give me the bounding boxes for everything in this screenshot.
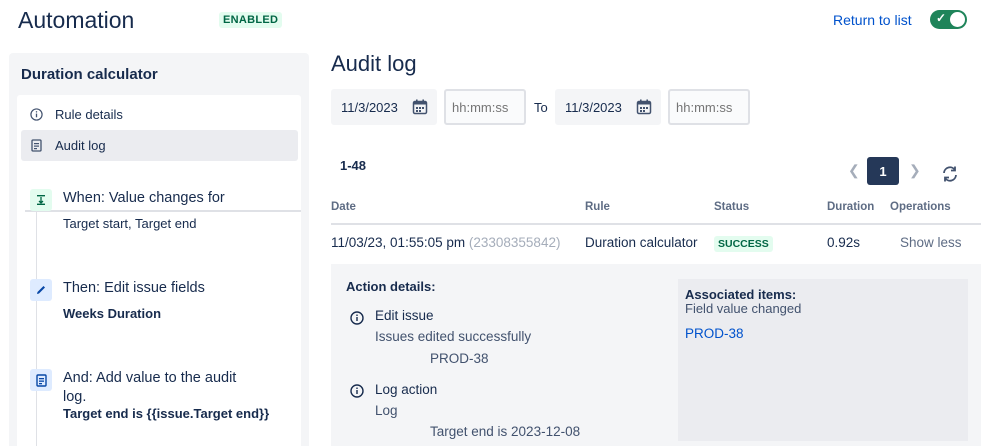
return-to-list-link[interactable]: Return to list bbox=[833, 12, 912, 28]
toggle-knob bbox=[950, 12, 965, 27]
trigger-icon bbox=[30, 189, 52, 211]
associated-items-subtitle: Field value changed bbox=[685, 301, 802, 316]
to-date-value: 11/3/2023 bbox=[565, 99, 622, 115]
cell-duration: 0.92s bbox=[827, 235, 861, 250]
cell-date: 11/03/23, 01:55:05 pm (23308355842) bbox=[331, 235, 560, 250]
rule-name: Duration calculator bbox=[21, 66, 158, 83]
status-badge: SUCCESS bbox=[714, 236, 773, 252]
to-time-input[interactable] bbox=[668, 89, 750, 125]
check-icon: ✓ bbox=[936, 11, 947, 25]
action-message: Log bbox=[375, 403, 398, 418]
sidebar-item-label: Rule details bbox=[55, 107, 123, 122]
sidebar-item-rule-details[interactable]: Rule details bbox=[21, 99, 298, 130]
step-heading: And: Add value to the audit log. bbox=[63, 370, 237, 405]
rule-enabled-toggle[interactable]: ✓ bbox=[930, 10, 967, 29]
action-details-panel: Action details: Edit issue Issues edited… bbox=[331, 264, 981, 446]
page-button-1[interactable]: 1 bbox=[867, 157, 899, 185]
log-id: (23308355842) bbox=[468, 235, 561, 250]
sidebar-item-audit-log[interactable]: Audit log bbox=[21, 130, 298, 161]
pencil-icon bbox=[30, 279, 52, 301]
column-header-duration[interactable]: Duration bbox=[827, 201, 874, 213]
section-title: Audit log bbox=[331, 51, 417, 76]
divider bbox=[25, 210, 301, 212]
info-icon bbox=[29, 108, 43, 121]
column-header-rule[interactable]: Rule bbox=[585, 201, 610, 213]
from-date-value: 11/3/2023 bbox=[341, 99, 398, 115]
to-date-picker[interactable]: 11/3/2023 bbox=[555, 89, 661, 125]
header-divider bbox=[331, 223, 981, 225]
issue-link[interactable]: PROD-38 bbox=[685, 326, 744, 341]
chevron-left-icon[interactable]: ❮ bbox=[848, 162, 860, 179]
column-header-date[interactable]: Date bbox=[331, 201, 356, 213]
status-badge: ENABLED bbox=[219, 12, 283, 28]
column-header-status[interactable]: Status bbox=[714, 201, 749, 213]
calendar-icon[interactable] bbox=[636, 99, 652, 118]
document-icon bbox=[29, 139, 43, 152]
step-heading: When: Value changes for bbox=[63, 190, 225, 206]
step-connector bbox=[36, 201, 37, 446]
from-time-input[interactable] bbox=[444, 89, 526, 125]
step-description: Weeks Duration bbox=[63, 306, 162, 321]
result-range: 1-48 bbox=[340, 158, 367, 173]
log-icon bbox=[30, 369, 52, 391]
cell-rule: Duration calculator bbox=[585, 235, 698, 250]
associated-items-title: Associated items: bbox=[685, 287, 797, 302]
log-date: 11/03/23, 01:55:05 pm bbox=[331, 235, 466, 250]
column-header-operations: Operations bbox=[890, 201, 951, 213]
step-description: Target start, Target end bbox=[63, 216, 197, 231]
page-title: Automation bbox=[18, 7, 135, 33]
associated-items-panel: Associated items: Field value changed PR… bbox=[678, 279, 968, 441]
info-icon bbox=[350, 311, 364, 325]
calendar-icon[interactable] bbox=[412, 99, 428, 118]
step-description: Target end is {{issue.Target end}} bbox=[63, 406, 270, 421]
from-date-picker[interactable]: 11/3/2023 bbox=[331, 89, 437, 125]
action-value: Target end is 2023-12-08 bbox=[430, 424, 581, 439]
step-heading: Then: Edit issue fields bbox=[63, 280, 205, 296]
action-heading: Log action bbox=[375, 382, 438, 397]
to-label: To bbox=[534, 100, 548, 115]
action-heading: Edit issue bbox=[375, 308, 434, 323]
action-message: Issues edited successfully bbox=[375, 329, 532, 344]
info-icon bbox=[350, 384, 364, 398]
sidebar-item-label: Audit log bbox=[55, 138, 106, 153]
rule-sidebar: Duration calculator Rule details Audit l… bbox=[9, 53, 309, 446]
action-details-title: Action details: bbox=[346, 279, 436, 294]
refresh-icon[interactable] bbox=[941, 166, 959, 187]
chevron-right-icon[interactable]: ❯ bbox=[909, 162, 921, 179]
action-value: PROD-38 bbox=[430, 351, 489, 366]
show-less-link[interactable]: Show less bbox=[900, 235, 962, 250]
